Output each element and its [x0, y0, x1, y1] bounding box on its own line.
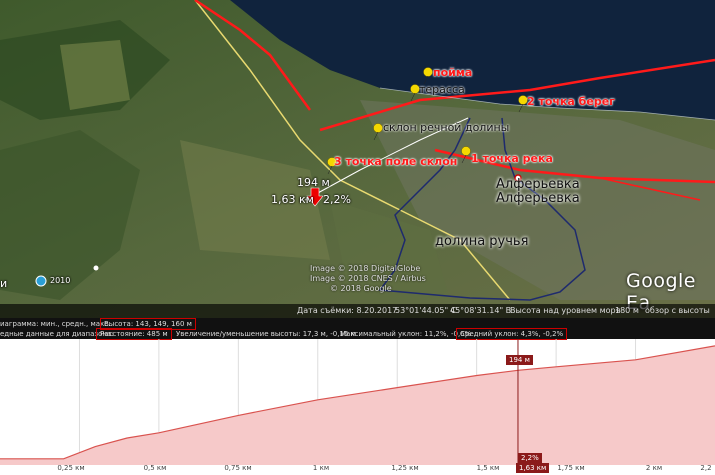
placemark-label[interactable]: 1 точка река [471, 153, 553, 164]
placemark-label[interactable]: 3 точка поле склон [334, 156, 457, 167]
x-tick-label: 2,2 [700, 464, 712, 472]
elevation-chart[interactable] [0, 339, 715, 465]
x-tick-label: 0,25 км [57, 464, 85, 472]
elevation-label: Высота над уровнем моря [510, 306, 621, 315]
profile-title: иаграмма: мин., средн., макс. [0, 320, 111, 328]
place-marker-icon [93, 265, 99, 271]
eye-altitude: обзор с высоты [645, 306, 710, 315]
field-parcel [60, 40, 130, 110]
x-tick-label: 1,75 км [557, 464, 585, 472]
placemark-label[interactable]: пойма [433, 67, 472, 78]
latitude: 53°01'44.05" С [395, 306, 457, 315]
capture-date: Дата съёмки: 8.20.2017 [297, 306, 398, 315]
year-badge[interactable]: 2010 [50, 277, 70, 285]
cursor-elevation-tag: 194 м [506, 355, 533, 365]
cursor-distance: 1,63 км [271, 193, 314, 206]
history-icon[interactable] [35, 275, 47, 287]
cursor-distance-tag: 1,63 км [516, 463, 550, 473]
elevation-profile-panel[interactable]: иаграмма: мин., средн., макс. Высота: 14… [0, 318, 715, 475]
x-tick-label: 0,5 км [143, 464, 167, 472]
profile-header: иаграмма: мин., средн., макс. Высота: 14… [0, 318, 715, 340]
longitude: 45°08'31.14" В [450, 306, 512, 315]
cursor-elevation: 194 м [297, 176, 330, 189]
placemark-label[interactable]: 2 точка берег [527, 96, 615, 107]
gain-stat: Увеличение/уменьшение высоты: 17,3 м, -0… [176, 330, 356, 338]
valley-label: долина ручья [435, 234, 529, 249]
placemark-label[interactable]: склон речной долины [383, 122, 509, 133]
credit-text: Image © 2018 CNES / Airbus [310, 274, 426, 283]
village-label: Алферьевка [496, 191, 580, 206]
x-tick-label: 2 км [645, 464, 663, 472]
credit-text: © 2018 Google [330, 284, 392, 293]
max-slope-stat: Максимальный уклон: 11,2%, -0,6% [340, 330, 472, 338]
satellite-map[interactable]: пойма терасса 2 точка берег склон речной… [0, 0, 715, 318]
elevation-value: 180 м [615, 306, 639, 315]
status-bar: Дата съёмки: 8.20.2017 53°01'44.05" С 45… [0, 304, 715, 318]
x-tick-label: 0,75 км [224, 464, 252, 472]
profile-area [0, 345, 715, 465]
edge-label: и [0, 277, 8, 290]
credit-text: Image © 2018 DigitalGlobe [310, 264, 421, 273]
placemark-label[interactable]: терасса [419, 84, 465, 95]
x-tick-label: 1,5 км [476, 464, 500, 472]
cursor-slope-tag: 2,2% [518, 453, 542, 463]
village-label: Алферьевка [496, 177, 580, 192]
x-tick-label: 1,25 км [391, 464, 419, 472]
x-tick-label: 1 км [312, 464, 330, 472]
cursor-slope: 2,2% [323, 193, 351, 206]
